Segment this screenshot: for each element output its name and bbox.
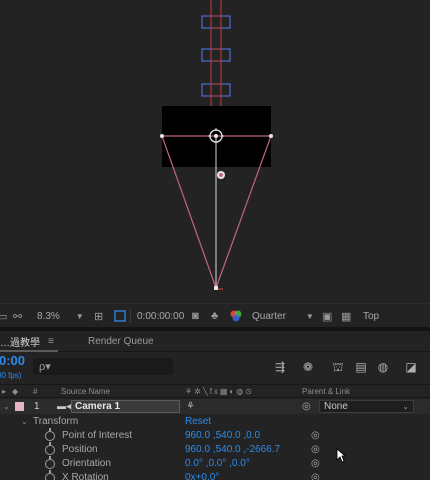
chevron-down-icon: ⌄ [402, 402, 409, 411]
fast-previews-icon[interactable]: ▣ [322, 304, 332, 328]
x-rotation-value[interactable]: 0x+0.0° [185, 471, 219, 480]
stopwatch-icon[interactable] [45, 456, 55, 469]
property-row-position[interactable]: Position 960.0 ,540.0 ,-2666.7 ◎ [0, 442, 430, 457]
stopwatch-icon[interactable] [45, 442, 55, 455]
layer-label-color[interactable] [15, 402, 24, 411]
av-features-icon[interactable]: ▸ [2, 386, 6, 398]
timeline-panel: …過教學 ≡ Render Queue 0:00 00 fps) ρ▾ ⇶ ❁ … [0, 331, 430, 480]
axis-marker [201, 15, 231, 29]
show-snapshot-icon[interactable]: ♣ [211, 304, 218, 328]
property-row-point-of-interest[interactable]: Point of Interest 960.0 ,540.0 ,0.0 ◎ [0, 428, 430, 443]
panel-menu-icon[interactable]: ≡ [48, 336, 54, 347]
motion-blur-icon[interactable]: ◍ [375, 359, 391, 375]
property-row-x-rotation[interactable]: X Rotation 0x+0.0° ◎ [0, 470, 430, 480]
zoom-dropdown[interactable]: 8.3% ▼ [37, 304, 84, 328]
resolution-dropdown[interactable]: Quarter ▼ [252, 304, 314, 328]
search-icon: ρ▾ [39, 361, 51, 373]
layer-row-camera[interactable]: ⌄ 1 ▬◀ Camera 1 ⚘ ◎ None ⌄ [0, 399, 430, 414]
composition-mini-flowchart-icon[interactable]: ⇶ [272, 359, 288, 375]
expression-pickwhip-icon[interactable]: ◎ [311, 429, 320, 443]
layer-name[interactable]: Camera 1 [71, 400, 180, 413]
point-of-interest-value[interactable]: 960.0 ,540.0 ,0.0 [185, 429, 260, 443]
column-source-name[interactable]: Source Name [61, 386, 110, 398]
chevron-down-icon: ▼ [305, 311, 314, 321]
pick-whip-icon[interactable]: ◎ [302, 399, 311, 414]
shy-layers-icon[interactable]: ⛫ [330, 359, 346, 375]
region-of-interest-icon[interactable] [113, 304, 127, 328]
chevron-down-icon: ▼ [75, 311, 84, 321]
label-tag-icon[interactable]: ◆ [12, 386, 18, 398]
viewer-canvas [160, 0, 273, 290]
grid-options-icon[interactable]: ⊞ [94, 304, 103, 328]
axis-marker [201, 48, 231, 62]
color-channels-icon[interactable] [229, 304, 243, 328]
orientation-value[interactable]: 0.0° ,0.0° ,0.0° [185, 457, 250, 471]
current-time-display[interactable]: 0:00:00:00 [130, 304, 184, 328]
composition-viewer[interactable] [0, 0, 430, 303]
layer-column-header: ▸ ◆ # Source Name ⚘✲╲fx▦◐◍⊙ Parent & Lin… [0, 384, 430, 398]
expression-pickwhip-icon[interactable]: ◎ [311, 457, 320, 471]
parent-dropdown[interactable]: None ⌄ [319, 400, 414, 413]
expand-chevron-icon[interactable]: ⌄ [3, 399, 10, 414]
tab-composition[interactable]: …過教學 ≡ [0, 331, 54, 351]
timeline-current-time[interactable]: 0:00 [0, 353, 25, 368]
transform-group-row[interactable]: ⌄ Transform Reset [0, 415, 430, 429]
expression-pickwhip-icon[interactable]: ◎ [311, 443, 320, 457]
orbit-cursor-icon [217, 171, 225, 179]
viewer-toolbar: ▭ ⚯ 8.3% ▼ ⊞ 0:00:00:00 ◙ ♣ Quarter ▼ ▣ … [0, 303, 430, 327]
mouse-pointer-icon [336, 448, 346, 463]
switches-icons: ⚘✲╲fx▦◐◍⊙ [185, 387, 254, 396]
expand-chevron-icon[interactable]: ⌄ [21, 415, 28, 429]
layer-number: 1 [34, 401, 40, 412]
transparency-grid-icon[interactable]: ▦ [341, 304, 351, 328]
layer-search-input[interactable]: ρ▾ [33, 358, 173, 375]
column-parent-link: Parent & Link [302, 387, 351, 396]
zoom-value: 8.3% [37, 310, 60, 322]
stopwatch-icon[interactable] [45, 470, 55, 480]
transform-label: Transform [33, 416, 79, 427]
tab-render-queue[interactable]: Render Queue [88, 331, 154, 351]
position-value[interactable]: 960.0 ,540.0 ,-2666.7 [185, 443, 280, 457]
shy-switch-icon[interactable]: ⚘ [186, 399, 195, 414]
expression-pickwhip-icon[interactable]: ◎ [311, 471, 320, 480]
reset-link[interactable]: Reset [185, 415, 211, 429]
stopwatch-icon[interactable] [45, 428, 55, 441]
property-row-orientation[interactable]: Orientation 0.0° ,0.0° ,0.0° ◎ [0, 456, 430, 471]
axis-marker [201, 83, 231, 97]
draft-3d-icon[interactable]: ❁ [300, 359, 316, 375]
always-preview-toggle[interactable]: ▭ [0, 304, 7, 328]
frame-rate-label: 00 fps) [0, 371, 22, 380]
camera-position-handle [214, 286, 218, 290]
snapshot-camera-icon[interactable]: ◙ [192, 304, 199, 328]
column-number: # [33, 387, 38, 396]
graph-editor-icon[interactable]: ◪ [403, 359, 419, 375]
frame-blending-icon[interactable]: ▤ [353, 359, 369, 375]
mask-visibility-icon[interactable]: ⚯ [13, 304, 22, 328]
3d-view-dropdown[interactable]: Top [363, 304, 379, 328]
